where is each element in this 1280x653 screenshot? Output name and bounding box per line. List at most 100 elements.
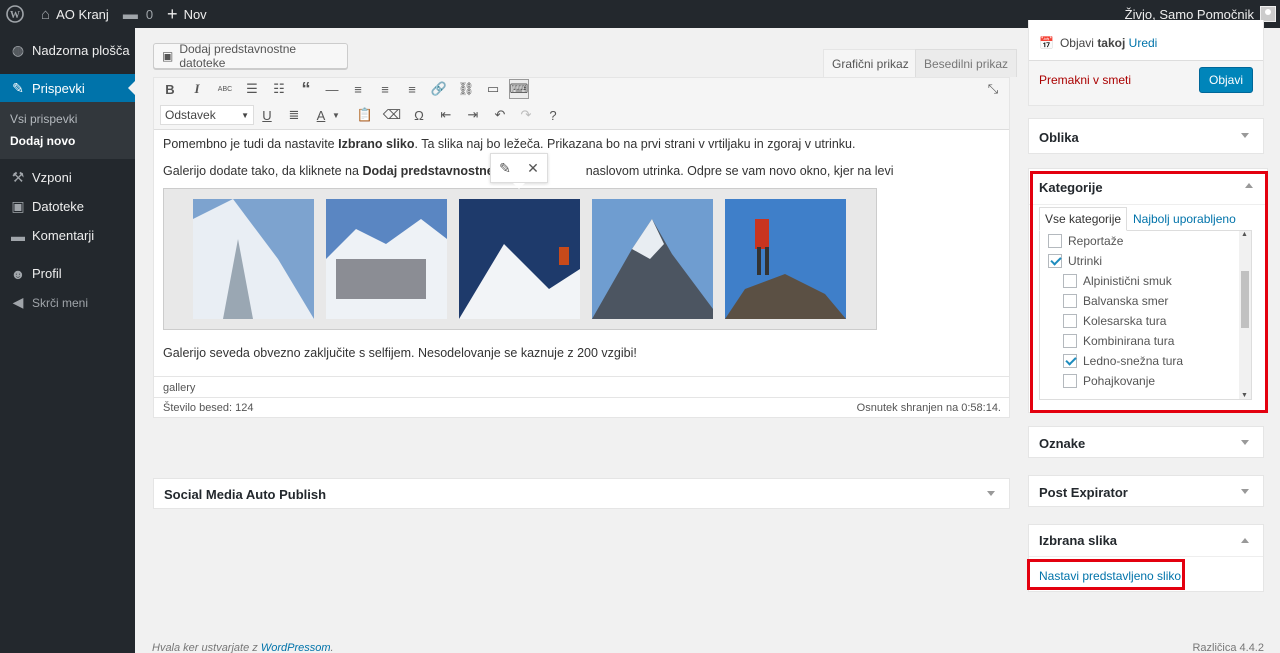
comments-link[interactable]: ▬ 0 bbox=[116, 0, 160, 28]
post-expirator-box: Post Expirator bbox=[1028, 475, 1264, 507]
format-select-value: Odstavek bbox=[165, 108, 216, 122]
toolbar-toggle-icon[interactable]: ⌨ bbox=[509, 79, 529, 99]
social-media-title[interactable]: Social Media Auto Publish bbox=[154, 479, 1009, 510]
special-character-icon[interactable]: Ω bbox=[409, 105, 429, 125]
menu-item-media[interactable]: ▣ Datoteke bbox=[0, 192, 135, 221]
outdent-icon[interactable]: ⇤ bbox=[436, 105, 456, 125]
menu-label: Datoteke bbox=[32, 199, 85, 214]
comment-bubble-icon: ▬ bbox=[122, 5, 138, 23]
tags-title[interactable]: Oznake bbox=[1029, 427, 1263, 459]
collapse-arrow-icon: ◀ bbox=[12, 294, 24, 310]
indent-icon[interactable]: ⇥ bbox=[463, 105, 483, 125]
tab-all-categories[interactable]: Vse kategorije bbox=[1039, 207, 1128, 231]
gallery-image-4[interactable] bbox=[592, 199, 713, 319]
toggle-arrow-icon[interactable] bbox=[1241, 440, 1249, 449]
close-icon[interactable]: ✕ bbox=[527, 160, 539, 177]
italic-icon[interactable]: I bbox=[187, 79, 207, 99]
menu-item-profile[interactable]: ☻ Profil bbox=[0, 259, 135, 288]
redo-icon[interactable]: ↷ bbox=[516, 105, 536, 125]
dashboard-icon: ◍ bbox=[11, 42, 25, 58]
publish-button[interactable]: Objavi bbox=[1199, 67, 1253, 93]
paste-text-icon[interactable]: 📋 bbox=[355, 105, 375, 125]
new-label: Nov bbox=[183, 6, 207, 22]
gallery-block[interactable] bbox=[163, 188, 877, 330]
menu-label: Vzponi bbox=[32, 170, 72, 185]
align-center-icon[interactable]: ≡ bbox=[375, 79, 395, 99]
menu-label: Nadzorna plošča bbox=[32, 43, 130, 58]
strikethrough-icon[interactable]: ABC bbox=[215, 79, 235, 99]
toggle-arrow-icon[interactable] bbox=[1241, 533, 1249, 543]
editor-statusbar: gallery Število besed: 124 Osnutek shran… bbox=[154, 376, 1009, 417]
collapse-menu-button[interactable]: ◀ Skrči meni bbox=[0, 288, 135, 317]
bold-text: takoj bbox=[1097, 36, 1126, 50]
fullscreen-icon[interactable]: ⤡ bbox=[983, 79, 1003, 99]
numbered-list-icon[interactable]: ☷ bbox=[269, 79, 289, 99]
blockquote-icon[interactable]: “ bbox=[296, 79, 316, 99]
post-editor: B I ABC ☰ ☷ “ — ≡ ≡ ≡ 🔗 ⛓ ▭ ⌨ ⤡ Odstavek… bbox=[153, 77, 1010, 418]
calendar-icon: 📅 bbox=[1039, 36, 1054, 50]
menu-item-posts[interactable]: ✎ Prispevki bbox=[0, 74, 135, 102]
align-left-icon[interactable]: ≡ bbox=[348, 79, 368, 99]
admin-menu: ◍ Nadzorna plošča ✎ Prispevki Vsi prispe… bbox=[0, 28, 135, 653]
underline-icon[interactable]: U bbox=[257, 105, 277, 125]
format-title[interactable]: Oblika bbox=[1029, 119, 1263, 155]
read-more-icon[interactable]: ▭ bbox=[483, 79, 503, 99]
plus-icon: + bbox=[167, 3, 178, 24]
element-path: gallery bbox=[163, 382, 196, 394]
toggle-arrow-icon[interactable] bbox=[987, 491, 995, 500]
new-content-link[interactable]: + Nov bbox=[160, 0, 214, 28]
footer-version: Različica 4.4.2 bbox=[1192, 642, 1264, 653]
justify-icon[interactable]: ≣ bbox=[284, 105, 304, 125]
bold-icon[interactable]: B bbox=[160, 79, 180, 99]
horizontal-line-icon[interactable]: — bbox=[322, 79, 342, 99]
gallery-image-1[interactable] bbox=[193, 199, 314, 319]
wordpress-link[interactable]: WordPressom bbox=[261, 642, 331, 653]
menu-item-comments[interactable]: ▬ Komentarji bbox=[0, 221, 135, 250]
user-icon: ☻ bbox=[10, 265, 26, 282]
menu-item-dashboard[interactable]: ◍ Nadzorna plošča bbox=[0, 36, 135, 65]
pencil-icon[interactable]: ✎ bbox=[499, 160, 511, 177]
add-media-label: Dodaj predstavnostne datoteke bbox=[179, 42, 297, 70]
tab-visual[interactable]: Grafični prikaz bbox=[823, 49, 918, 77]
menu-item-routes[interactable]: ⚒ Vzponi bbox=[0, 163, 135, 192]
editor-toolbar: B I ABC ☰ ☷ “ — ≡ ≡ ≡ 🔗 ⛓ ▭ ⌨ ⤡ Odstavek… bbox=[154, 78, 1009, 130]
post-expirator-title[interactable]: Post Expirator bbox=[1029, 476, 1263, 508]
toggle-arrow-icon[interactable] bbox=[1241, 489, 1249, 498]
format-select[interactable]: Odstavek ▼ bbox=[160, 105, 254, 125]
featured-image-title[interactable]: Izbrana slika bbox=[1029, 525, 1263, 556]
chevron-down-icon[interactable]: ▼ bbox=[331, 105, 341, 125]
draft-saved-status: Osnutek shranjen na 0:58:14. bbox=[856, 402, 1001, 414]
help-icon[interactable]: ? bbox=[543, 105, 563, 125]
menu-label: Komentarji bbox=[32, 228, 95, 243]
align-right-icon[interactable]: ≡ bbox=[402, 79, 422, 99]
link-icon[interactable]: 🔗 bbox=[429, 79, 449, 99]
publish-box: 📅 Objavi takoj Uredi Premakni v smeti Ob… bbox=[1028, 20, 1264, 106]
unlink-icon[interactable]: ⛓ bbox=[456, 79, 476, 99]
text: . Ta slika naj bo ležeča. Prikazana bo n… bbox=[414, 137, 856, 151]
site-name-link[interactable]: ⌂ AO Kranj bbox=[31, 0, 116, 28]
comment-icon: ▬ bbox=[11, 227, 25, 244]
wordpress-logo-icon[interactable]: W bbox=[0, 0, 31, 28]
toggle-arrow-icon[interactable] bbox=[1241, 133, 1249, 142]
menu-label: Prispevki bbox=[32, 80, 85, 96]
text-color-icon[interactable]: A bbox=[311, 105, 331, 125]
social-media-box: Social Media Auto Publish bbox=[153, 478, 1010, 509]
gallery-image-3[interactable] bbox=[459, 199, 580, 319]
edit-schedule-link[interactable]: Uredi bbox=[1129, 36, 1158, 50]
menu-label: Profil bbox=[32, 266, 62, 281]
undo-icon[interactable]: ↶ bbox=[490, 105, 510, 125]
posts-submenu: Vsi prispevki Dodaj novo bbox=[0, 102, 135, 159]
bullet-list-icon[interactable]: ☰ bbox=[242, 79, 262, 99]
publish-schedule: 📅 Objavi takoj Uredi bbox=[1039, 36, 1157, 50]
move-to-trash-link[interactable]: Premakni v smeti bbox=[1039, 73, 1131, 87]
menu-label: Skrči meni bbox=[32, 295, 89, 310]
add-media-button[interactable]: ▣ Dodaj predstavnostne datoteke bbox=[153, 42, 348, 70]
clear-formatting-icon[interactable]: ⌫ bbox=[382, 105, 402, 125]
gallery-image-5[interactable] bbox=[725, 199, 846, 319]
tab-text[interactable]: Besedilni prikaz bbox=[915, 49, 1018, 77]
submenu-item-add-new[interactable]: Dodaj novo bbox=[0, 130, 135, 152]
submenu-item-all-posts[interactable]: Vsi prispevki bbox=[0, 108, 135, 130]
home-icon: ⌂ bbox=[41, 5, 51, 23]
gallery-image-2[interactable] bbox=[326, 199, 447, 319]
wrench-icon: ⚒ bbox=[11, 169, 25, 185]
